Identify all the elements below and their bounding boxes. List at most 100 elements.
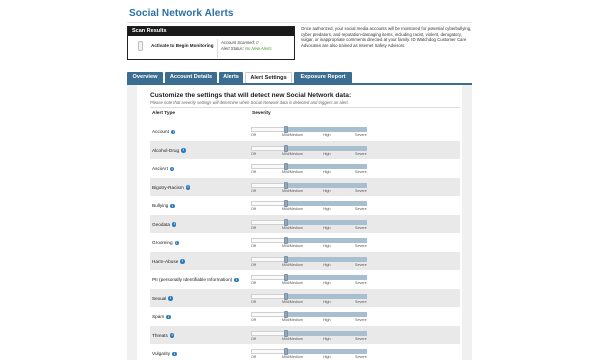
slider-handle[interactable] — [284, 126, 288, 133]
info-icon[interactable]: i — [172, 351, 177, 357]
slider-track-fill — [286, 256, 367, 262]
scale-label-mild: Mild/Medium — [282, 281, 303, 285]
severity-scale: Off Mild/Medium High Severe — [251, 170, 367, 175]
scale-label-off: Off — [251, 151, 256, 156]
alert-type-label: Grooming i — [152, 240, 180, 246]
slider-track-fill — [286, 201, 367, 206]
slider-track-off — [251, 312, 286, 317]
severity-slider[interactable] — [251, 144, 367, 152]
tab-overview[interactable]: Overview — [127, 72, 163, 83]
info-icon[interactable]: i — [166, 314, 171, 320]
scale-label-high: High — [323, 225, 331, 230]
accounts-scanned-label: Account Scanned: — [221, 40, 255, 45]
slider-handle[interactable] — [284, 181, 288, 189]
scan-results-header: Scan Results — [128, 27, 294, 36]
info-icon[interactable]: i — [169, 333, 175, 338]
alert-type-name: Account — [152, 129, 169, 134]
info-icon[interactable]: i — [185, 185, 191, 190]
scale-label-high: High — [323, 262, 331, 267]
tab-exposure-report[interactable]: Exposure Report — [294, 72, 352, 83]
severity-slider[interactable] — [251, 274, 367, 281]
column-header-alert-type: Alert Type — [152, 111, 176, 116]
alert-type-name: AsciiArt — [152, 166, 168, 171]
slider-track-off — [251, 219, 286, 225]
alert-type-label: Bullying i — [152, 203, 175, 209]
slider-handle[interactable] — [284, 274, 288, 281]
slider-handle[interactable] — [284, 348, 288, 355]
scale-label-mild: Mild/Medium — [282, 355, 303, 359]
alert-type-label: Spam i — [152, 314, 171, 320]
monitoring-toggle[interactable] — [138, 41, 143, 51]
slider-handle[interactable] — [284, 329, 288, 337]
scale-label-mild: Mild/Medium — [282, 225, 303, 230]
slider-track-fill — [286, 293, 367, 299]
info-icon[interactable]: i — [171, 222, 177, 227]
info-icon[interactable]: i — [174, 240, 180, 246]
info-icon[interactable]: i — [168, 296, 173, 301]
severity-scale: Off Mild/Medium High Severe — [251, 318, 367, 323]
activate-monitoring-label: Activate to Begin Monitoring — [151, 43, 214, 48]
severity-slider[interactable] — [251, 311, 367, 318]
scale-label-off: Off — [251, 188, 256, 193]
scale-label-severe: Severe — [355, 151, 367, 156]
tab-alerts[interactable]: Alerts — [219, 72, 243, 83]
alert-setting-row: Sexual i Off Mild/Medium High Severe — [150, 288, 460, 307]
severity-slider[interactable] — [251, 255, 367, 263]
alert-type-label: Harm-Abuse i — [152, 259, 185, 264]
column-header-severity: Severity — [252, 111, 271, 116]
severity-slider[interactable] — [251, 292, 367, 300]
info-icon[interactable]: i — [170, 203, 175, 209]
severity-slider[interactable] — [251, 126, 367, 133]
severity-slider[interactable] — [251, 329, 367, 337]
slider-handle[interactable] — [284, 292, 288, 300]
alert-type-label: Bigotry-Racism i — [152, 185, 191, 190]
severity-slider[interactable] — [251, 348, 367, 355]
scale-label-off: Off — [251, 262, 256, 267]
scan-divider — [217, 39, 218, 58]
scale-label-mild: Mild/Medium — [282, 151, 303, 156]
alert-type-name: Vulgarity — [152, 351, 171, 356]
scale-label-high: High — [323, 133, 331, 137]
settings-heading: Customize the settings that will detect … — [150, 92, 352, 99]
severity-slider[interactable] — [251, 200, 367, 207]
slider-handle[interactable] — [284, 255, 288, 263]
info-icon[interactable]: i — [181, 148, 186, 153]
info-icon[interactable]: i — [169, 166, 175, 172]
alert-type-name: Sexual — [152, 295, 167, 301]
info-icon[interactable]: i — [170, 129, 176, 135]
alert-setting-row: Account i Off Mild/Medium High Severe — [150, 122, 460, 141]
slider-handle[interactable] — [284, 311, 288, 318]
slider-track-fill — [286, 127, 367, 132]
slider-handle[interactable] — [284, 163, 288, 170]
slider-track-fill — [286, 330, 367, 336]
slider-track-off — [251, 293, 286, 299]
scale-label-severe: Severe — [355, 170, 367, 174]
alert-setting-row: Alcohol-Drug i Off Mild/Medium High Severe — [150, 140, 460, 159]
scale-label-mild: Mild/Medium — [282, 318, 303, 322]
scale-label-severe: Severe — [355, 336, 367, 341]
severity-slider[interactable] — [251, 181, 367, 189]
severity-slider[interactable] — [251, 237, 367, 244]
severity-slider[interactable] — [251, 218, 367, 226]
slider-track-off — [251, 145, 286, 151]
alert-setting-row: Bigotry-Racism i Off Mild/Medium High Severe — [150, 177, 460, 196]
alert-setting-row: Threats i Off Mild/Medium High Severe — [150, 325, 460, 344]
slider-handle[interactable] — [284, 144, 288, 152]
slider-handle[interactable] — [284, 218, 288, 226]
slider-track-fill — [286, 275, 367, 280]
scale-label-severe: Severe — [355, 355, 367, 359]
slider-handle[interactable] — [284, 237, 288, 244]
info-icon[interactable]: i — [234, 277, 239, 283]
alert-type-name: Alcohol-Drug — [152, 147, 180, 153]
severity-scale: Off Mild/Medium High Severe — [251, 337, 367, 342]
slider-track-off — [251, 238, 286, 243]
slider-handle[interactable] — [284, 200, 288, 207]
severity-scale: Off Mild/Medium High Severe — [251, 263, 367, 268]
scale-label-off: Off — [251, 170, 256, 174]
severity-scale: Off Mild/Medium High Severe — [251, 189, 367, 194]
tab-account-details[interactable]: Account Details — [165, 72, 217, 83]
severity-slider[interactable] — [251, 163, 367, 170]
scale-label-mild: Mild/Medium — [282, 188, 303, 193]
info-icon[interactable]: i — [180, 259, 185, 264]
alert-setting-row: Bullying i Off Mild/Medium High Severe — [150, 196, 460, 215]
